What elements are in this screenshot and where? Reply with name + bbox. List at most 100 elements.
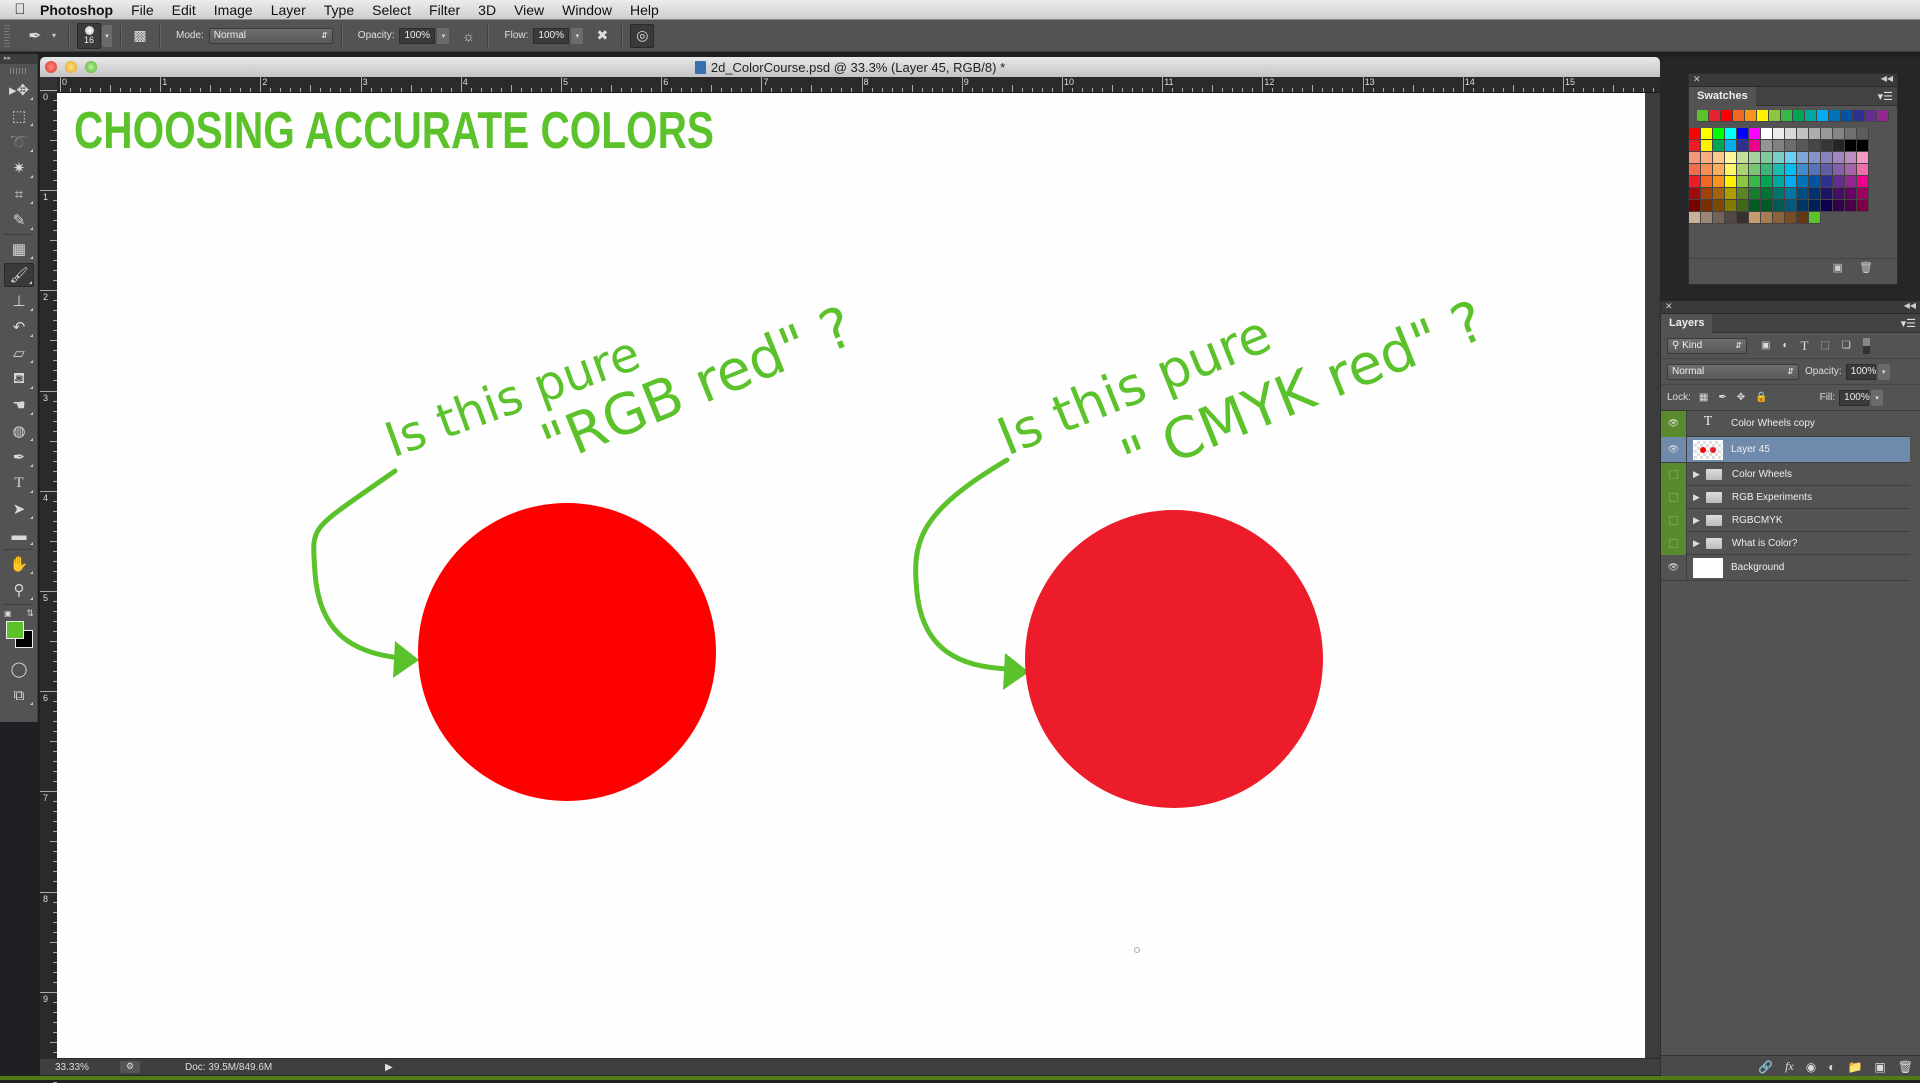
swatch[interactable]	[1773, 152, 1785, 164]
swatch[interactable]	[1701, 200, 1713, 212]
swatch[interactable]	[1725, 152, 1737, 164]
swatch[interactable]	[1761, 200, 1773, 212]
swatch[interactable]	[1713, 128, 1725, 140]
swatch[interactable]	[1725, 188, 1737, 200]
swatch[interactable]	[1749, 176, 1761, 188]
layer-row[interactable]: ▶ RGB Experiments	[1661, 485, 1910, 509]
swatch[interactable]	[1797, 164, 1809, 176]
fx-icon[interactable]: fx	[1785, 1059, 1794, 1074]
brush-panel-toggle-icon[interactable]: ▩	[129, 25, 151, 47]
swatch[interactable]	[1773, 212, 1785, 224]
swatch[interactable]	[1845, 200, 1857, 212]
eraser-tool[interactable]: ▱	[4, 341, 34, 365]
layer-row[interactable]: ▶ Color Wheels	[1661, 462, 1910, 486]
swatch[interactable]	[1749, 164, 1761, 176]
layer-row[interactable]: 👁 Background	[1661, 554, 1910, 581]
app-menu[interactable]: Photoshop	[40, 2, 113, 18]
swatch[interactable]	[1737, 128, 1749, 140]
swatch[interactable]	[1857, 188, 1869, 200]
swatch[interactable]	[1833, 200, 1845, 212]
filter-pixel-icon[interactable]: ▣	[1761, 340, 1770, 351]
swatch[interactable]	[1797, 152, 1809, 164]
swatch[interactable]	[1797, 212, 1809, 224]
options-bar-grip[interactable]	[4, 24, 10, 47]
minimize-window-button[interactable]	[65, 61, 77, 73]
swatch[interactable]	[1809, 128, 1821, 140]
swatch[interactable]	[1689, 188, 1701, 200]
path-selection-tool[interactable]: ➤	[4, 497, 34, 521]
swatch[interactable]	[1737, 176, 1749, 188]
fill-dropdown[interactable]: ▾	[1871, 389, 1884, 406]
vertical-ruler[interactable]: 0 1 2 3 4 5 6 7 8 9	[40, 90, 57, 1083]
swatch[interactable]	[1761, 176, 1773, 188]
swatch[interactable]	[1821, 188, 1833, 200]
expand-arrow-icon[interactable]: ▶	[1693, 515, 1700, 526]
filter-shape-icon[interactable]: ⬚	[1820, 340, 1829, 351]
lock-pixels-icon[interactable]: ✒	[1718, 392, 1726, 403]
filter-toggle-switch[interactable]	[1862, 337, 1870, 354]
recent-swatch[interactable]	[1697, 110, 1709, 122]
close-icon[interactable]: ✕	[1693, 74, 1701, 85]
default-colors-icon[interactable]: ▣	[4, 609, 12, 618]
swatch[interactable]	[1845, 164, 1857, 176]
layer-row[interactable]: 👁 Layer 45	[1661, 436, 1910, 463]
menu-help[interactable]: Help	[630, 2, 659, 18]
clone-stamp-tool[interactable]: ⊥	[4, 289, 34, 313]
swatch[interactable]	[1785, 164, 1797, 176]
menu-type[interactable]: Type	[324, 2, 354, 18]
expand-arrow-icon[interactable]: ▶	[1693, 538, 1700, 549]
swatch[interactable]	[1701, 164, 1713, 176]
swatch[interactable]	[1833, 140, 1845, 152]
visibility-toggle[interactable]	[1661, 485, 1687, 509]
layers-panel-header[interactable]: ✕ ◀◀	[1661, 301, 1920, 314]
swap-colors-icon[interactable]: ⇅	[26, 608, 34, 619]
magic-wand-tool[interactable]: ✷	[4, 156, 34, 180]
swatch[interactable]	[1845, 140, 1857, 152]
move-tool[interactable]: ▸✥	[4, 78, 34, 102]
swatch[interactable]	[1701, 176, 1713, 188]
adjustment-layer-icon[interactable]: ◐	[1828, 1060, 1835, 1074]
airbrush-icon[interactable]: ✖	[591, 25, 613, 47]
swatch[interactable]	[1821, 128, 1833, 140]
swatch[interactable]	[1689, 176, 1701, 188]
visibility-toggle[interactable]	[1661, 462, 1687, 486]
swatch[interactable]	[1761, 212, 1773, 224]
new-group-icon[interactable]: 📁	[1847, 1060, 1862, 1074]
swatch[interactable]	[1773, 140, 1785, 152]
recent-swatch[interactable]	[1805, 110, 1817, 122]
brush-dropdown-button[interactable]: ▾	[102, 24, 112, 47]
close-window-button[interactable]	[45, 61, 57, 73]
menu-image[interactable]: Image	[214, 2, 253, 18]
recent-swatch[interactable]	[1781, 110, 1793, 122]
tool-preset-picker[interactable]: ✒	[18, 24, 52, 48]
swatch[interactable]	[1713, 164, 1725, 176]
vertical-scrollbar[interactable]	[1645, 93, 1660, 1058]
swatch[interactable]	[1821, 152, 1833, 164]
swatch[interactable]	[1737, 164, 1749, 176]
swatch[interactable]	[1689, 164, 1701, 176]
swatch[interactable]	[1761, 188, 1773, 200]
swatch[interactable]	[1821, 200, 1833, 212]
menu-layer[interactable]: Layer	[271, 2, 306, 18]
menu-window[interactable]: Window	[562, 2, 612, 18]
swatch[interactable]	[1701, 140, 1713, 152]
swatch[interactable]	[1761, 152, 1773, 164]
panel-menu-icon[interactable]: ▾☰	[1901, 317, 1916, 330]
tab-layers[interactable]: Layers	[1661, 314, 1713, 333]
marquee-tool[interactable]: ⬚	[4, 104, 34, 128]
swatch[interactable]	[1809, 164, 1821, 176]
swatch[interactable]	[1833, 176, 1845, 188]
swatch[interactable]	[1773, 128, 1785, 140]
recent-swatch[interactable]	[1829, 110, 1841, 122]
swatch[interactable]	[1761, 164, 1773, 176]
recent-swatch[interactable]	[1877, 110, 1889, 122]
layer-row[interactable]: ▶ RGBCMYK	[1661, 508, 1910, 532]
swatch[interactable]	[1845, 176, 1857, 188]
swatch[interactable]	[1749, 140, 1761, 152]
swatch[interactable]	[1749, 200, 1761, 212]
close-icon[interactable]: ✕	[1665, 301, 1673, 312]
menu-view[interactable]: View	[514, 2, 544, 18]
swatch[interactable]	[1797, 140, 1809, 152]
layer-row[interactable]: ▶ What is Color?	[1661, 531, 1910, 555]
recent-swatch[interactable]	[1865, 110, 1877, 122]
